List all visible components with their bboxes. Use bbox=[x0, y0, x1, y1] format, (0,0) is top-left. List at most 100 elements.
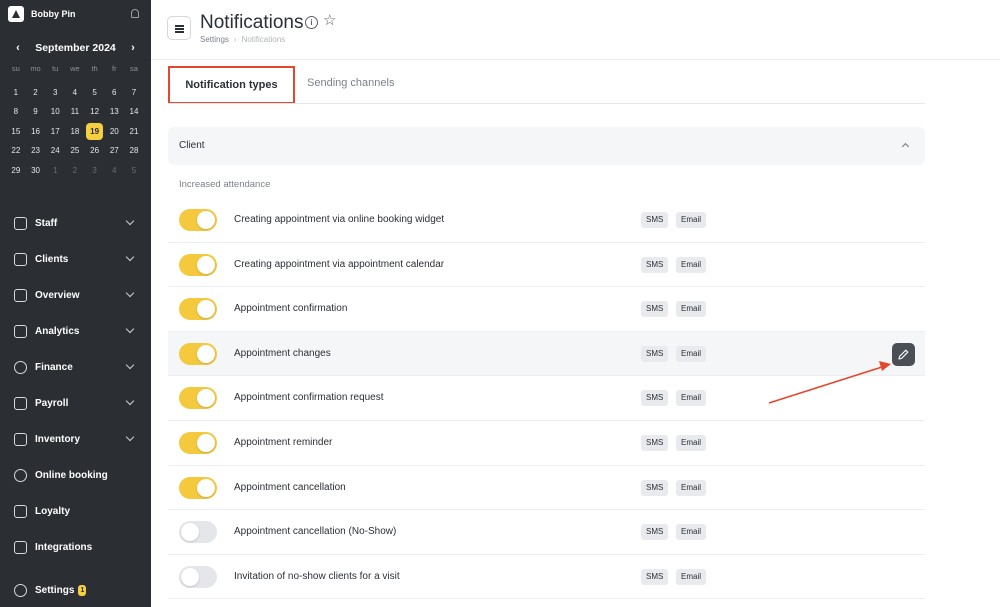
calendar-day[interactable]: 20 bbox=[106, 123, 123, 140]
calendar-day[interactable]: 11 bbox=[66, 103, 83, 120]
sidebar-item-online-booking[interactable]: Online booking bbox=[0, 457, 151, 493]
tabs-divider bbox=[168, 103, 925, 104]
chevron-down-icon[interactable] bbox=[125, 216, 135, 226]
notification-toggle[interactable] bbox=[179, 253, 217, 276]
breadcrumb-separator: › bbox=[233, 35, 237, 44]
calendar-day[interactable]: 26 bbox=[86, 142, 103, 159]
calendar-day[interactable]: 7 bbox=[125, 84, 142, 101]
sidebar-item-label: Integrations bbox=[35, 541, 93, 553]
notification-toggle[interactable] bbox=[179, 476, 217, 499]
calendar-day[interactable]: 2 bbox=[27, 84, 44, 101]
user-menu[interactable]: Bobby Pin bbox=[8, 6, 76, 22]
calendar-day[interactable]: 1 bbox=[47, 162, 64, 179]
sidebar-item-label: Online booking bbox=[35, 469, 108, 481]
notification-toggle[interactable] bbox=[179, 565, 217, 588]
sidebar-item-inventory[interactable]: Inventory bbox=[0, 421, 151, 457]
percent-icon bbox=[14, 504, 27, 518]
chevron-down-icon[interactable] bbox=[125, 360, 135, 370]
page-title: Notifications bbox=[200, 12, 304, 33]
edit-button[interactable] bbox=[892, 343, 915, 366]
notification-toggle[interactable] bbox=[179, 431, 217, 454]
calendar-day[interactable]: 6 bbox=[106, 84, 123, 101]
calendar-day[interactable]: 22 bbox=[7, 142, 24, 159]
email-channel-chip: Email bbox=[676, 345, 707, 362]
sidebar-item-overview[interactable]: Overview bbox=[0, 277, 151, 313]
chevron-left-icon[interactable]: ‹ bbox=[11, 40, 25, 56]
calendar-day[interactable]: 18 bbox=[66, 123, 83, 140]
sidebar-item-analytics[interactable]: Analytics bbox=[0, 313, 151, 349]
chevron-down-icon[interactable] bbox=[125, 252, 135, 262]
calendar-day[interactable]: 10 bbox=[47, 103, 64, 120]
calendar-day[interactable]: 4 bbox=[106, 162, 123, 179]
star-icon[interactable]: ☆ bbox=[323, 12, 336, 30]
info-icon[interactable]: i bbox=[305, 16, 318, 29]
notification-label: Invitation of no-show clients for a visi… bbox=[234, 570, 400, 582]
notification-toggle[interactable] bbox=[179, 298, 217, 321]
calendar-day[interactable]: 13 bbox=[106, 103, 123, 120]
calendar-day[interactable]: 29 bbox=[7, 162, 24, 179]
tab-sending-channels[interactable]: Sending channels bbox=[307, 66, 394, 104]
notification-label: Appointment changes bbox=[234, 347, 331, 359]
calendar-day[interactable]: 5 bbox=[125, 162, 142, 179]
box-icon bbox=[14, 432, 27, 446]
tab-notification-types[interactable]: Notification types bbox=[168, 66, 295, 104]
toggle-knob bbox=[197, 211, 215, 229]
calendar-day[interactable]: 24 bbox=[47, 142, 64, 159]
notification-label: Creating appointment via online booking … bbox=[234, 214, 445, 225]
calendar-day[interactable]: 15 bbox=[7, 123, 24, 140]
sidebar-item-loyalty[interactable]: Loyalty bbox=[0, 493, 151, 529]
calendar-day[interactable]: 17 bbox=[47, 123, 64, 140]
section-client-header[interactable]: Client bbox=[168, 127, 925, 165]
gear-icon bbox=[14, 583, 27, 597]
calendar-day[interactable]: 19 bbox=[86, 122, 104, 140]
email-channel-chip: Email bbox=[676, 434, 707, 451]
calendar-day[interactable]: 27 bbox=[106, 142, 123, 159]
grid-icon bbox=[14, 288, 27, 302]
chevron-down-icon[interactable] bbox=[125, 432, 135, 442]
calendar-day[interactable]: 4 bbox=[66, 84, 83, 101]
menu-toggle-button[interactable] bbox=[167, 16, 191, 40]
notification-toggle[interactable] bbox=[179, 521, 217, 544]
chevron-right-icon[interactable]: › bbox=[126, 40, 140, 56]
calendar-day[interactable]: 16 bbox=[27, 123, 44, 140]
calendar-day[interactable]: 30 bbox=[27, 162, 44, 179]
notification-toggle[interactable] bbox=[179, 387, 217, 410]
sidebar-item-settings[interactable]: Settings 1 bbox=[0, 572, 151, 607]
notification-toggle[interactable] bbox=[179, 209, 217, 231]
calendar-day[interactable]: 2 bbox=[66, 162, 83, 179]
notification-toggle[interactable] bbox=[179, 342, 217, 365]
calendar-day[interactable]: 25 bbox=[66, 142, 83, 159]
calendar-day[interactable]: 3 bbox=[86, 162, 103, 179]
bell-icon[interactable] bbox=[131, 9, 139, 18]
sidebar-item-clients[interactable]: Clients bbox=[0, 241, 151, 277]
sidebar-item-integrations[interactable]: Integrations bbox=[0, 529, 151, 565]
calendar-day[interactable]: 3 bbox=[47, 84, 64, 101]
calendar-day[interactable]: 12 bbox=[86, 103, 103, 120]
toggle-knob bbox=[197, 255, 215, 274]
calendar-day[interactable]: 23 bbox=[27, 142, 44, 159]
toggle-knob bbox=[197, 389, 215, 408]
sidebar-item-label: Settings bbox=[35, 584, 75, 596]
chevron-down-icon[interactable] bbox=[125, 396, 135, 406]
chevron-down-icon[interactable] bbox=[125, 324, 135, 334]
calendar-day[interactable]: 14 bbox=[125, 103, 142, 120]
sidebar-item-label: Loyalty bbox=[35, 505, 71, 517]
weekday-label: we bbox=[70, 64, 80, 73]
chevron-up-icon[interactable] bbox=[901, 142, 910, 151]
calendar-day[interactable]: 5 bbox=[86, 84, 103, 101]
breadcrumb-settings[interactable]: Settings bbox=[200, 35, 229, 44]
calendar-day[interactable]: 21 bbox=[125, 123, 142, 140]
sidebar-item-staff[interactable]: Staff bbox=[0, 205, 151, 241]
sidebar-item-finance[interactable]: Finance bbox=[0, 349, 151, 385]
pencil-icon bbox=[898, 349, 909, 360]
user-icon bbox=[14, 216, 27, 230]
calendar-day[interactable]: 8 bbox=[7, 103, 24, 120]
chevron-down-icon[interactable] bbox=[125, 288, 135, 298]
calendar-day[interactable]: 28 bbox=[125, 142, 142, 159]
notification-row: Invitation of no-show clients for a visi… bbox=[168, 555, 925, 600]
sidebar-item-payroll[interactable]: Payroll bbox=[0, 385, 151, 421]
calendar-day[interactable]: 9 bbox=[27, 103, 44, 120]
email-channel-chip: Email bbox=[676, 524, 707, 541]
calendar-day[interactable]: 1 bbox=[7, 84, 24, 101]
notification-list: Creating appointment via online booking … bbox=[168, 198, 925, 600]
